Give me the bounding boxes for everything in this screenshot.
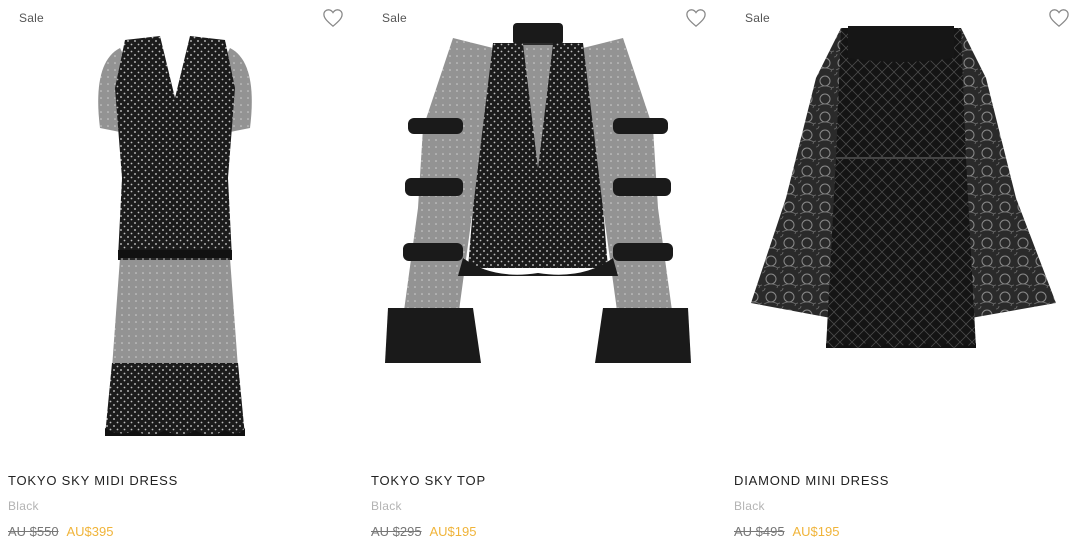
product-card-tokyo-sky-midi-dress[interactable]: Sale TOKYO SKY MIDI DRESS Black AU $550 … — [0, 0, 350, 545]
product-image[interactable] — [726, 18, 1076, 443]
price-row: AU $495 AU$195 — [734, 524, 839, 539]
product-color: Black — [371, 499, 402, 513]
original-price: AU $295 — [371, 524, 422, 539]
product-image[interactable] — [363, 18, 713, 443]
sale-price: AU$395 — [66, 524, 114, 539]
product-card-diamond-mini-dress[interactable]: Sale DIAMOND MINI DRESS Black AU $495 AU… — [726, 0, 1076, 545]
product-card-tokyo-sky-top[interactable]: Sale TOKYO SKY TOP Black AU $295 AU$195 — [363, 0, 713, 545]
product-name[interactable]: TOKYO SKY TOP — [371, 473, 486, 488]
sale-price: AU$195 — [792, 524, 840, 539]
original-price: AU $495 — [734, 524, 785, 539]
price-row: AU $550 AU$395 — [8, 524, 113, 539]
product-name[interactable]: TOKYO SKY MIDI DRESS — [8, 473, 178, 488]
product-image[interactable] — [0, 18, 350, 443]
price-row: AU $295 AU$195 — [371, 524, 476, 539]
original-price: AU $550 — [8, 524, 59, 539]
product-color: Black — [734, 499, 765, 513]
product-name[interactable]: DIAMOND MINI DRESS — [734, 473, 889, 488]
product-grid: Sale TOKYO SKY MIDI DRESS Black AU $550 … — [0, 0, 1080, 545]
product-color: Black — [8, 499, 39, 513]
sale-price: AU$195 — [429, 524, 477, 539]
